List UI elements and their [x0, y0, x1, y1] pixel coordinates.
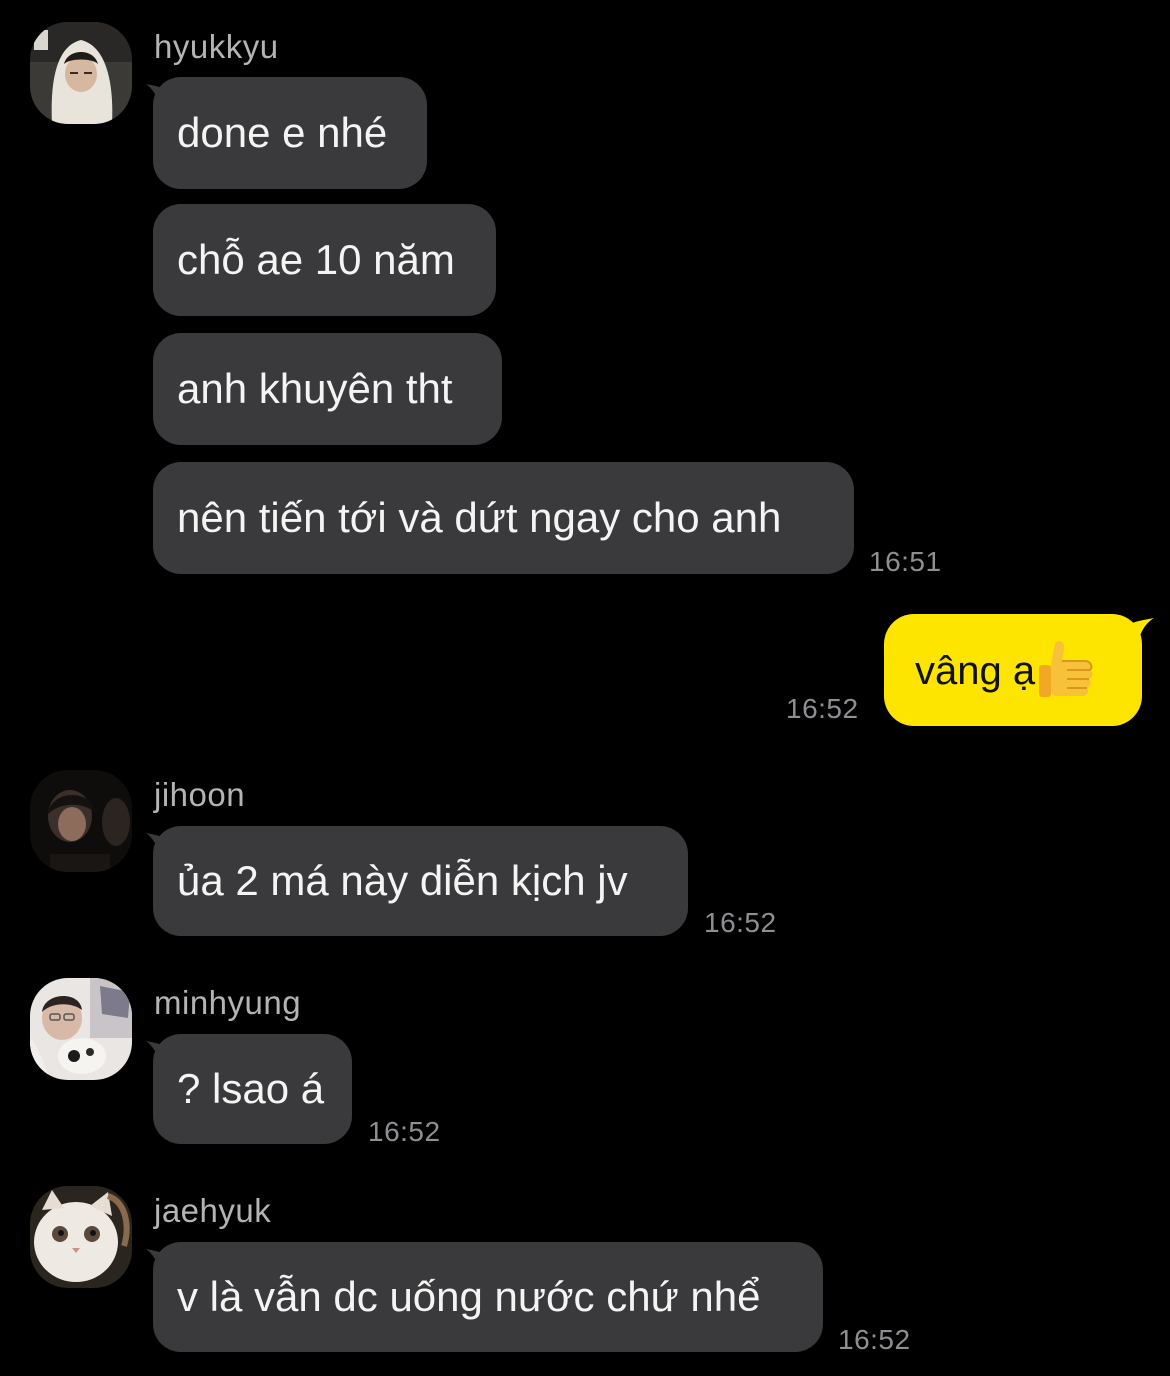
sender-name-jihoon: jihoon [154, 776, 246, 813]
message-bubble[interactable]: ủa 2 má này diễn kịch jv [153, 826, 688, 936]
avatar-hyukkyu[interactable] [30, 22, 132, 124]
message-timestamp: 16:52 [786, 693, 859, 724]
cat-photo-icon [30, 1186, 132, 1288]
thumbs-up-emoji-icon [1039, 641, 1093, 698]
message-timestamp: 16:51 [869, 546, 942, 577]
message-timestamp: 16:52 [704, 907, 777, 938]
message-bubble[interactable]: chỗ ae 10 năm [153, 204, 496, 316]
avatar-jaehyuk[interactable] [30, 1186, 132, 1288]
sender-name-hyukkyu: hyukkyu [154, 28, 279, 65]
profile-photo-icon [30, 22, 132, 124]
avatar-jihoon[interactable] [30, 770, 132, 872]
message-timestamp: 16:52 [838, 1324, 911, 1355]
message-bubble[interactable]: ? lsao á [153, 1034, 352, 1144]
my-message-text: vâng ạ [915, 649, 1036, 693]
message-bubble[interactable]: nên tiến tới và dứt ngay cho anh [153, 462, 854, 574]
profile-photo-icon [30, 978, 132, 1080]
message-bubble[interactable]: done e nhé [153, 77, 427, 189]
message-bubble[interactable]: v là vẫn dc uống nước chứ nhể [153, 1242, 823, 1352]
message-bubble[interactable]: anh khuyên tht [153, 333, 502, 445]
profile-photo-icon [30, 770, 132, 872]
my-message-bubble[interactable]: vâng ạ [884, 614, 1142, 726]
sender-name-minhyung: minhyung [154, 984, 302, 1021]
message-timestamp: 16:52 [368, 1116, 441, 1147]
sender-name-jaehyuk: jaehyuk [154, 1192, 272, 1229]
avatar-minhyung[interactable] [30, 978, 132, 1080]
